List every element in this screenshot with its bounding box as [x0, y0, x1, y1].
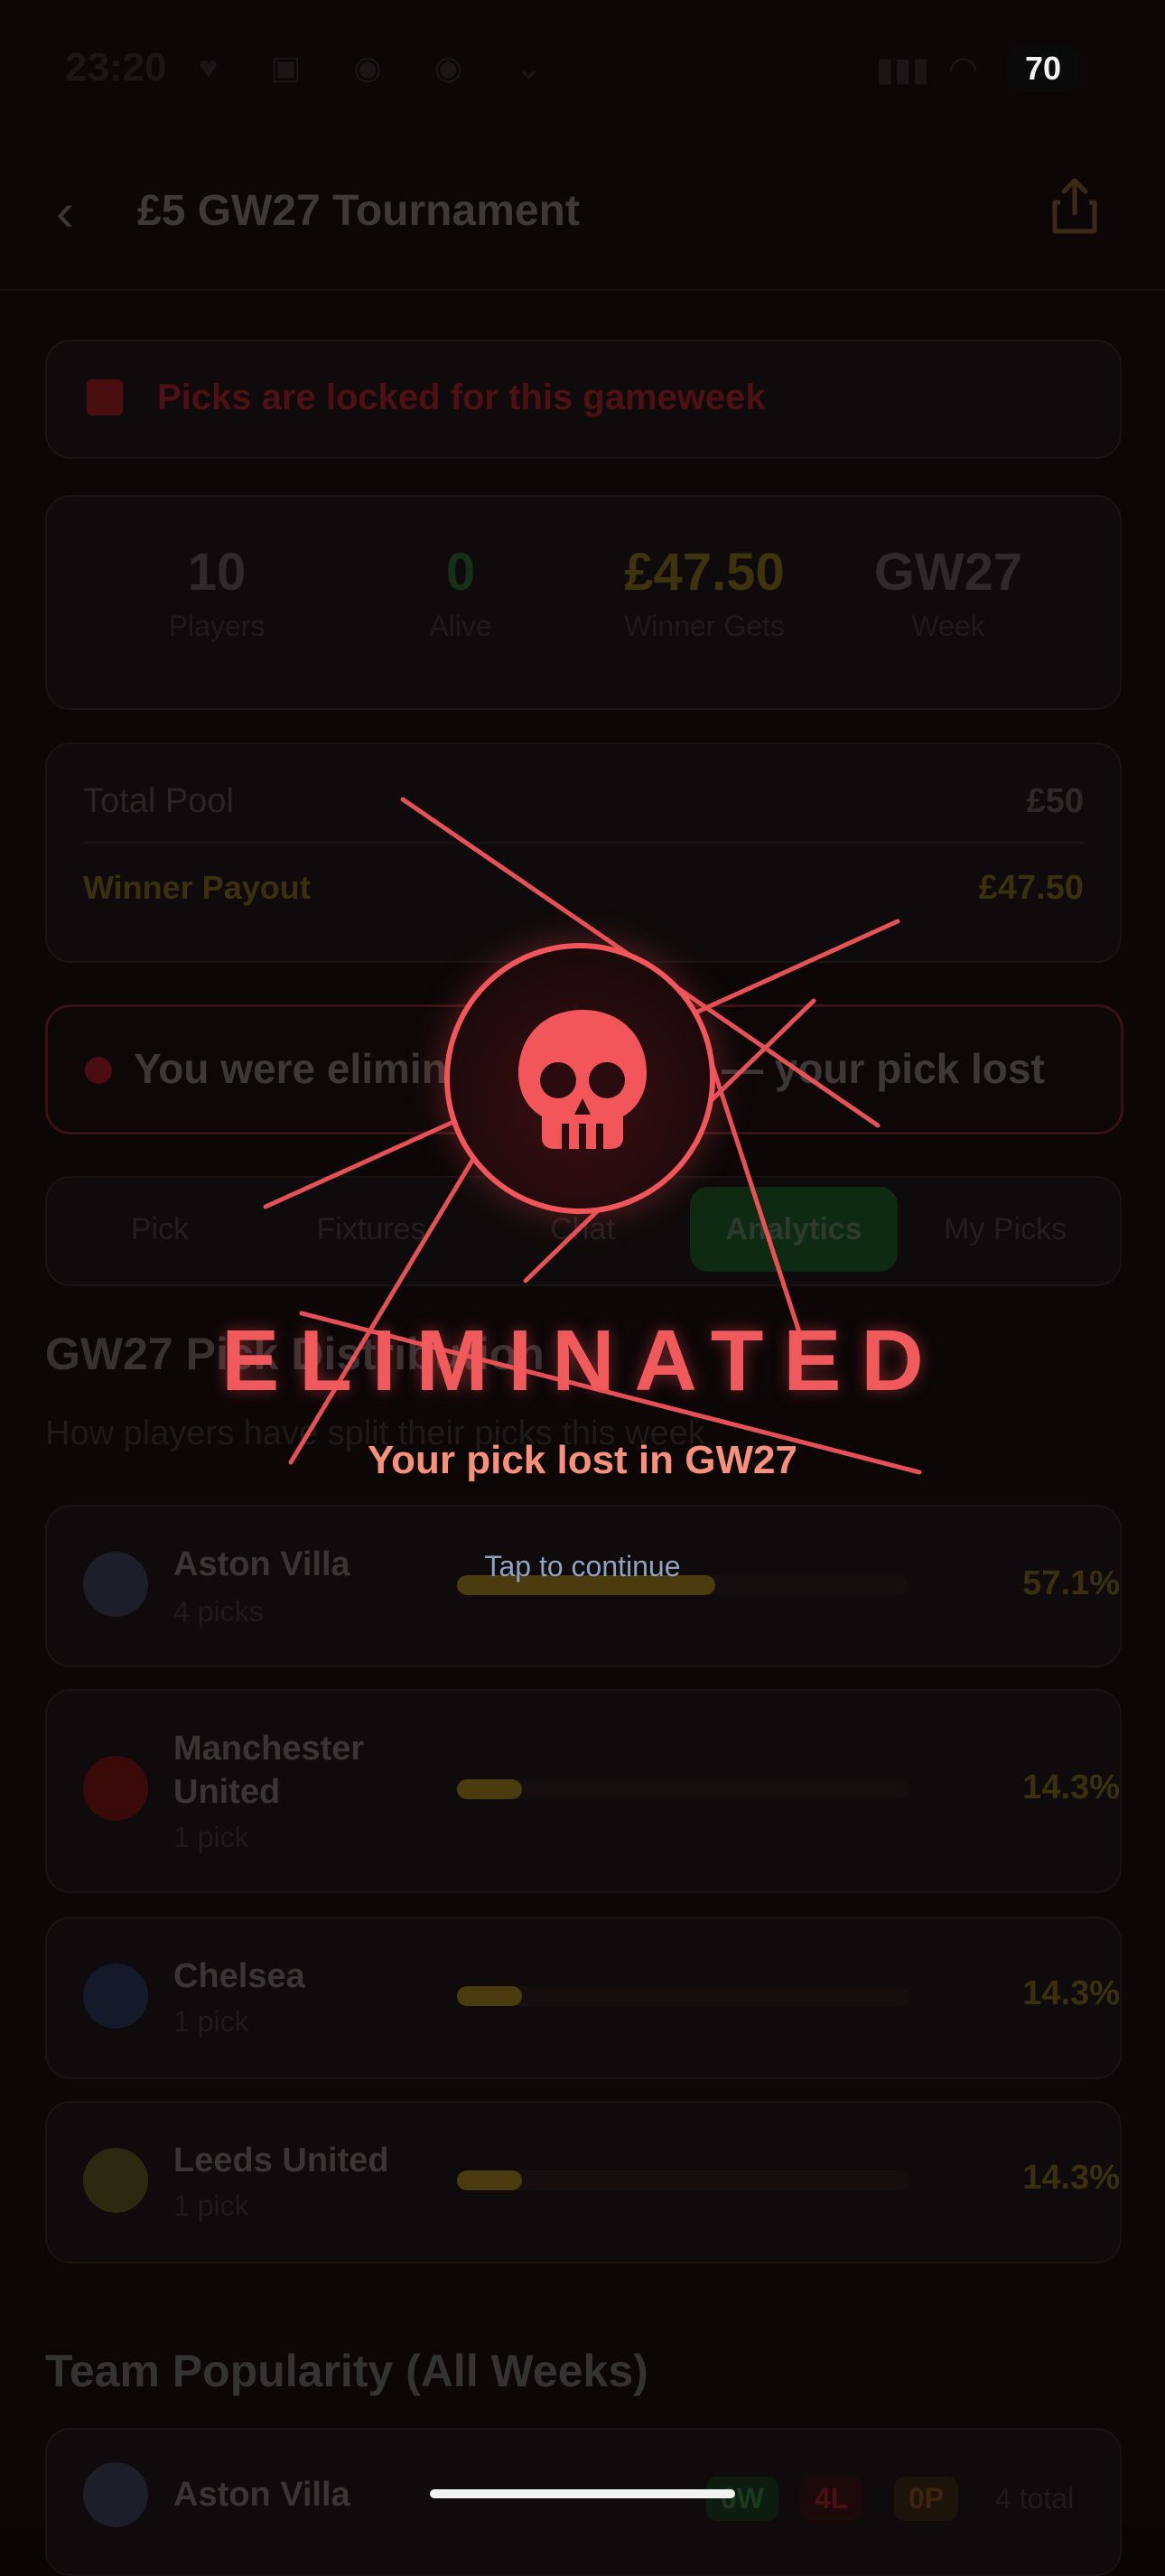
- tap-to-continue[interactable]: Tap to continue: [0, 1550, 1165, 1583]
- shatter-lines: [263, 797, 922, 1475]
- home-indicator[interactable]: [430, 2489, 735, 2498]
- crack-line: [698, 1027, 803, 1338]
- eliminated-heading: ELIMINATED: [221, 1312, 944, 1409]
- eliminated-overlay[interactable]: ELIMINATED Your pick lost in GW27 Tap to…: [0, 0, 1165, 2525]
- eliminated-subheading: Your pick lost in GW27: [368, 1438, 797, 1482]
- skull-icon: [509, 1003, 656, 1165]
